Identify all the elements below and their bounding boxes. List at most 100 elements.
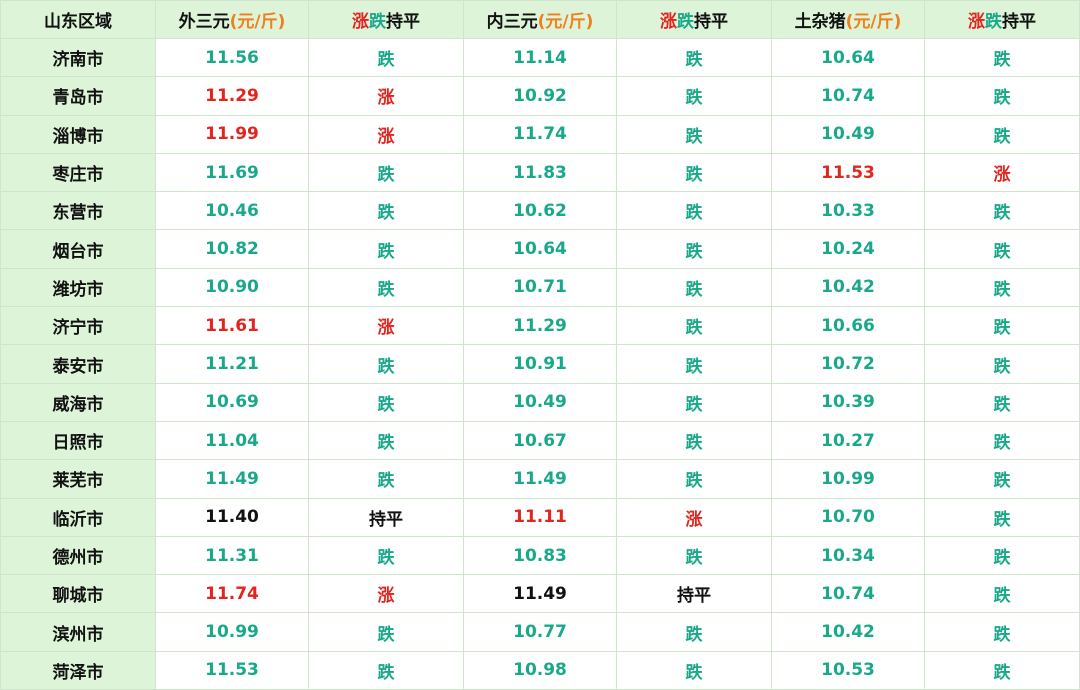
header-region: 山东区域 bbox=[0, 0, 156, 39]
inner-price-cell: 11.14 bbox=[463, 37, 617, 78]
price-table-container: 山东区域 外三元(元/斤) 涨跌持平 内三元(元/斤) 涨跌持平 土杂猪(元/斤… bbox=[0, 0, 1080, 690]
local-trend-cell: 跌 bbox=[924, 497, 1080, 537]
table-body: 济南市 11.56 跌 11.14 跌 10.64 跌青岛市 11.29 涨 10.92 跌 10.7… bbox=[0, 37, 1080, 690]
city-name: 莱芜市 bbox=[0, 459, 156, 499]
table-row: 临沂市 11.40 持平 11.11 涨 10.70 跌 bbox=[0, 497, 1080, 537]
inner-trend-cell: 跌 bbox=[616, 459, 772, 499]
outer-price-cell: 11.69 bbox=[155, 152, 309, 193]
outer-trend-cell: 跌 bbox=[308, 152, 464, 193]
local-price-cell: 10.66 bbox=[771, 306, 925, 346]
header-trend-flat: 持平 bbox=[386, 12, 420, 32]
header-trend-up: 涨 bbox=[352, 12, 369, 32]
city-name: 济南市 bbox=[0, 37, 156, 78]
outer-trend-cell: 跌 bbox=[308, 535, 464, 576]
local-price-cell: 11.53 bbox=[771, 152, 925, 193]
local-price-cell: 10.34 bbox=[771, 535, 925, 576]
local-trend-cell: 跌 bbox=[924, 574, 1080, 614]
header-trend-flat: 持平 bbox=[1002, 12, 1036, 32]
outer-price-cell: 11.99 bbox=[155, 114, 309, 154]
table-row: 滨州市 10.99 跌 10.77 跌 10.42 跌 bbox=[0, 612, 1080, 652]
table-row: 莱芜市 11.49 跌 11.49 跌 10.99 跌 bbox=[0, 459, 1080, 499]
inner-trend-cell: 跌 bbox=[616, 191, 772, 231]
table-row: 潍坊市 10.90 跌 10.71 跌 10.42 跌 bbox=[0, 267, 1080, 308]
local-trend-cell: 跌 bbox=[924, 535, 1080, 576]
outer-trend-cell: 跌 bbox=[308, 650, 464, 690]
city-name: 枣庄市 bbox=[0, 152, 156, 193]
city-name: 潍坊市 bbox=[0, 267, 156, 308]
inner-price-cell: 10.98 bbox=[463, 650, 617, 690]
city-name: 德州市 bbox=[0, 535, 156, 576]
table-row: 烟台市 10.82 跌 10.64 跌 10.24 跌 bbox=[0, 229, 1080, 269]
header-outer-label: 外三元 bbox=[178, 12, 230, 32]
outer-trend-cell: 跌 bbox=[308, 344, 464, 384]
inner-trend-cell: 跌 bbox=[616, 344, 772, 384]
header-outer-price: 外三元(元/斤) bbox=[155, 0, 309, 39]
inner-trend-cell: 跌 bbox=[616, 152, 772, 193]
outer-price-cell: 11.74 bbox=[155, 574, 309, 614]
outer-trend-cell: 跌 bbox=[308, 267, 464, 308]
inner-price-cell: 11.49 bbox=[463, 574, 617, 614]
local-price-cell: 10.24 bbox=[771, 229, 925, 269]
outer-trend-cell: 跌 bbox=[308, 420, 464, 461]
local-price-cell: 10.42 bbox=[771, 267, 925, 308]
local-trend-cell: 跌 bbox=[924, 650, 1080, 690]
inner-price-cell: 11.49 bbox=[463, 459, 617, 499]
local-price-cell: 10.99 bbox=[771, 459, 925, 499]
table-row: 青岛市 11.29 涨 10.92 跌 10.74 跌 bbox=[0, 76, 1080, 116]
city-name: 菏泽市 bbox=[0, 650, 156, 690]
header-inner-label: 内三元 bbox=[486, 12, 538, 32]
local-price-cell: 10.70 bbox=[771, 497, 925, 537]
inner-price-cell: 10.67 bbox=[463, 420, 617, 461]
city-name: 滨州市 bbox=[0, 612, 156, 652]
outer-price-cell: 11.29 bbox=[155, 76, 309, 116]
header-trend-up: 涨 bbox=[660, 12, 677, 32]
city-name: 威海市 bbox=[0, 382, 156, 422]
inner-price-cell: 11.11 bbox=[463, 497, 617, 537]
table-row: 东营市 10.46 跌 10.62 跌 10.33 跌 bbox=[0, 191, 1080, 231]
outer-trend-cell: 跌 bbox=[308, 382, 464, 422]
header-local-price: 土杂猪(元/斤) bbox=[771, 0, 925, 39]
header-outer-trend: 涨跌持平 bbox=[308, 0, 464, 39]
local-trend-cell: 跌 bbox=[924, 382, 1080, 422]
local-trend-cell: 跌 bbox=[924, 344, 1080, 384]
city-name: 泰安市 bbox=[0, 344, 156, 384]
city-name: 淄博市 bbox=[0, 114, 156, 154]
table-row: 泰安市 11.21 跌 10.91 跌 10.72 跌 bbox=[0, 344, 1080, 384]
table-row: 济南市 11.56 跌 11.14 跌 10.64 跌 bbox=[0, 37, 1080, 78]
local-price-cell: 10.49 bbox=[771, 114, 925, 154]
outer-price-cell: 11.40 bbox=[155, 497, 309, 537]
table-row: 枣庄市 11.69 跌 11.83 跌 11.53 涨 bbox=[0, 152, 1080, 193]
outer-trend-cell: 涨 bbox=[308, 76, 464, 116]
local-trend-cell: 跌 bbox=[924, 306, 1080, 346]
local-trend-cell: 跌 bbox=[924, 459, 1080, 499]
outer-price-cell: 11.61 bbox=[155, 306, 309, 346]
header-trend-down: 跌 bbox=[985, 12, 1002, 32]
header-trend-down: 跌 bbox=[369, 12, 386, 32]
header-trend-up: 涨 bbox=[968, 12, 985, 32]
local-price-cell: 10.27 bbox=[771, 420, 925, 461]
header-trend-flat: 持平 bbox=[694, 12, 728, 32]
local-trend-cell: 涨 bbox=[924, 152, 1080, 193]
inner-price-cell: 10.62 bbox=[463, 191, 617, 231]
local-price-cell: 10.74 bbox=[771, 76, 925, 116]
inner-trend-cell: 跌 bbox=[616, 612, 772, 652]
inner-trend-cell: 涨 bbox=[616, 497, 772, 537]
inner-price-cell: 11.83 bbox=[463, 152, 617, 193]
local-price-cell: 10.72 bbox=[771, 344, 925, 384]
header-inner-price: 内三元(元/斤) bbox=[463, 0, 617, 39]
outer-trend-cell: 跌 bbox=[308, 191, 464, 231]
local-price-cell: 10.42 bbox=[771, 612, 925, 652]
header-outer-unit: (元/斤) bbox=[229, 12, 286, 32]
city-name: 聊城市 bbox=[0, 574, 156, 614]
inner-trend-cell: 跌 bbox=[616, 37, 772, 78]
local-trend-cell: 跌 bbox=[924, 229, 1080, 269]
header-inner-unit: (元/斤) bbox=[537, 12, 594, 32]
outer-trend-cell: 涨 bbox=[308, 574, 464, 614]
table-row: 菏泽市 11.53 跌 10.98 跌 10.53 跌 bbox=[0, 650, 1080, 690]
outer-price-cell: 11.56 bbox=[155, 37, 309, 78]
inner-trend-cell: 跌 bbox=[616, 650, 772, 690]
local-trend-cell: 跌 bbox=[924, 191, 1080, 231]
inner-price-cell: 10.64 bbox=[463, 229, 617, 269]
city-name: 临沂市 bbox=[0, 497, 156, 537]
local-trend-cell: 跌 bbox=[924, 76, 1080, 116]
